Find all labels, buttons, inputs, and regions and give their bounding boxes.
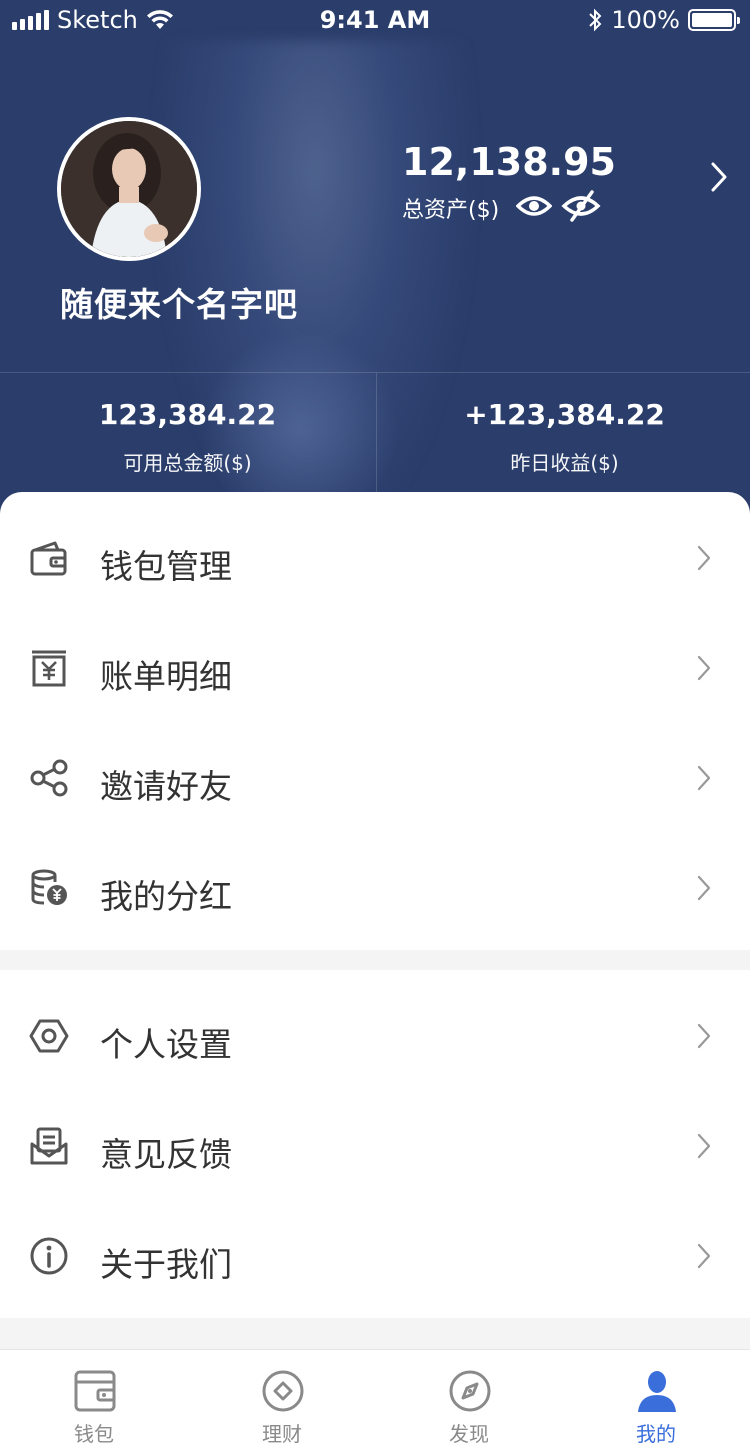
tab-discover[interactable]: 发现 xyxy=(375,1350,563,1446)
tab-mine[interactable]: 我的 xyxy=(562,1350,750,1446)
tab-finance[interactable]: 理财 xyxy=(188,1350,376,1446)
available-balance-stat: 123,384.22 可用总金额($) xyxy=(0,398,375,476)
feedback-icon xyxy=(30,1127,68,1165)
chevron-right-icon[interactable] xyxy=(708,160,730,194)
profile-header: Sketch 9:41 AM 100% 随便来个名字吧 12,138.95 总资… xyxy=(0,0,750,520)
menu-item-bill-details[interactable]: 账单明细 xyxy=(0,612,750,722)
bill-icon xyxy=(32,650,66,687)
wallet-icon xyxy=(30,541,67,576)
wallet-icon xyxy=(74,1370,116,1412)
eye-off-icon[interactable] xyxy=(561,189,601,223)
menu-item-label: 邀请好友 xyxy=(100,767,232,806)
tab-label: 发现 xyxy=(449,1422,489,1446)
available-balance-label: 可用总金额($) xyxy=(123,451,252,475)
bluetooth-icon xyxy=(589,8,602,32)
compass-icon xyxy=(449,1370,491,1412)
menu-item-wallet-management[interactable]: 钱包管理 xyxy=(0,502,750,612)
finance-icon xyxy=(262,1370,304,1412)
chevron-right-icon xyxy=(697,875,711,901)
chevron-right-icon xyxy=(697,545,711,571)
stats-divider xyxy=(0,372,750,373)
avatar[interactable] xyxy=(57,117,201,261)
yesterday-earnings-stat: +123,384.22 昨日收益($) xyxy=(377,398,750,476)
tab-label: 理财 xyxy=(262,1422,302,1446)
menu-item-my-dividends[interactable]: 我的分红 xyxy=(0,832,750,942)
battery-icon xyxy=(688,9,740,31)
menu-item-invite-friends[interactable]: 邀请好友 xyxy=(0,722,750,832)
coins-icon xyxy=(31,869,67,905)
tab-bar: 钱包 理财 发现 我的 xyxy=(0,1349,750,1446)
menu-item-label: 我的分红 xyxy=(100,877,232,916)
battery-percent: 100% xyxy=(611,6,680,34)
status-bar: Sketch 9:41 AM 100% xyxy=(0,0,750,40)
chevron-right-icon xyxy=(697,765,711,791)
menu-group-2: 个人设置 意见反馈 关于我们 xyxy=(0,970,750,1318)
info-icon xyxy=(30,1237,68,1275)
menu-item-label: 意见反馈 xyxy=(100,1135,232,1174)
share-icon xyxy=(30,759,68,797)
avatar-portrait xyxy=(61,121,197,257)
menu-item-label: 钱包管理 xyxy=(100,547,232,586)
menu-item-about-us[interactable]: 关于我们 xyxy=(0,1200,750,1310)
settings-hexagon-icon xyxy=(29,1019,69,1053)
chevron-right-icon xyxy=(697,655,711,681)
menu-item-feedback[interactable]: 意见反馈 xyxy=(0,1090,750,1200)
tab-label: 钱包 xyxy=(74,1422,114,1446)
menu-group-1: 钱包管理 账单明细 邀请好友 我的分红 xyxy=(0,492,750,950)
total-assets-value: 12,138.95 xyxy=(402,140,616,184)
menu-item-label: 个人设置 xyxy=(100,1025,232,1064)
yesterday-earnings-label: 昨日收益($) xyxy=(510,451,619,475)
user-icon xyxy=(638,1371,676,1412)
tab-wallet[interactable]: 钱包 xyxy=(0,1350,188,1446)
menu-item-label: 关于我们 xyxy=(100,1245,232,1284)
username: 随便来个名字吧 xyxy=(60,285,298,324)
chevron-right-icon xyxy=(697,1133,711,1159)
menu-item-label: 账单明细 xyxy=(100,657,232,696)
chevron-right-icon xyxy=(697,1243,711,1269)
total-assets-label: 总资产($) xyxy=(402,198,500,223)
chevron-right-icon xyxy=(697,1023,711,1049)
menu-item-personal-settings[interactable]: 个人设置 xyxy=(0,980,750,1090)
available-balance-value: 123,384.22 xyxy=(98,398,277,431)
yesterday-earnings-value: +123,384.22 xyxy=(464,398,665,431)
eye-icon[interactable] xyxy=(516,192,552,220)
tab-label: 我的 xyxy=(636,1422,676,1446)
